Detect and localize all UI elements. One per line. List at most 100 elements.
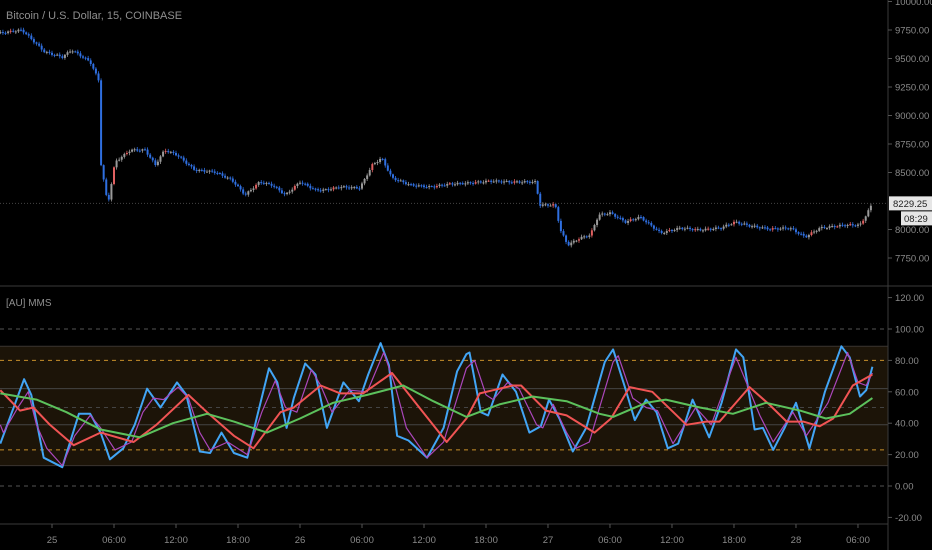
candle-body — [38, 43, 41, 46]
candle-body — [751, 226, 754, 228]
candle-body — [580, 236, 583, 240]
candle-body — [58, 54, 61, 57]
candle-body — [112, 167, 115, 185]
price-pane[interactable]: 8229.25 08:29 — [0, 27, 932, 248]
candle-body — [332, 187, 335, 190]
candle-body — [624, 220, 627, 223]
candle-body — [461, 183, 464, 185]
candle-body — [177, 155, 180, 157]
candle-body — [823, 226, 826, 228]
candle-body — [368, 169, 371, 176]
candle-body — [453, 184, 456, 186]
candle-body — [660, 230, 663, 233]
candle-body — [216, 172, 219, 174]
candle-body — [211, 170, 214, 172]
candle-body — [590, 230, 593, 236]
candle-body — [443, 185, 446, 187]
candle-body — [195, 169, 198, 171]
candle-body — [74, 51, 77, 53]
candle-body — [802, 233, 805, 236]
candle-body — [482, 182, 485, 184]
candle-body — [131, 149, 134, 152]
candle-body — [807, 235, 810, 238]
candle-body — [849, 224, 852, 226]
candle-body — [730, 224, 733, 226]
candle-body — [76, 51, 79, 54]
candle-body — [740, 223, 743, 225]
candle-body — [291, 189, 294, 192]
candle-body — [110, 184, 113, 200]
candle-body — [846, 224, 849, 227]
candle-body — [818, 228, 821, 231]
candle-body — [156, 161, 159, 166]
candle-body — [844, 225, 847, 227]
time-tick-label: 25 — [47, 535, 58, 546]
osc-tick-label: 80.00 — [895, 356, 919, 367]
candle-body — [554, 204, 557, 208]
candle-body — [575, 240, 578, 242]
candle-body — [234, 181, 237, 185]
candle-body — [510, 182, 513, 184]
candle-body — [146, 149, 149, 155]
candle-body — [229, 177, 232, 179]
candle-body — [691, 229, 694, 231]
candle-body — [298, 182, 301, 184]
candle-body — [593, 224, 596, 231]
candle-body — [133, 149, 136, 151]
candle-body — [105, 179, 108, 195]
candle-body — [464, 183, 467, 185]
time-tick-label: 06:00 — [846, 535, 870, 546]
time-tick-label: 06:00 — [598, 535, 622, 546]
candle-body — [709, 228, 712, 230]
chart-canvas[interactable]: 8229.25 08:29 10000.00 9750.00 9500.00 9250.… — [0, 0, 932, 550]
candle-body — [366, 175, 369, 179]
candle-body — [503, 181, 506, 183]
candle-body — [562, 231, 565, 236]
symbol-title: Bitcoin / U.S. Dollar, 15, COINBASE — [6, 10, 182, 22]
candle-body — [420, 185, 423, 187]
candle-body — [172, 151, 175, 153]
candle-body — [200, 169, 203, 171]
candle-body — [652, 225, 655, 229]
candle-body — [606, 214, 609, 216]
candle-body — [25, 32, 28, 35]
osc-tick-label: 100.00 — [895, 325, 924, 336]
candle-body — [249, 189, 252, 192]
axes: 10000.00 9750.00 9500.00 9250.00 9000.00 8750… — [0, 0, 932, 550]
candle-body — [221, 173, 224, 176]
candle-body — [668, 230, 671, 232]
candle-body — [585, 236, 588, 238]
candle-body — [601, 213, 604, 215]
candle-body — [479, 181, 482, 183]
candle-body — [663, 232, 666, 234]
candle-body — [603, 213, 606, 215]
candle-body — [190, 164, 193, 167]
candle-body — [128, 151, 131, 153]
candle-body — [327, 189, 330, 191]
candle-body — [448, 183, 451, 185]
candle-body — [89, 60, 92, 64]
candle-body — [523, 181, 526, 183]
time-tick-label: 18:00 — [226, 535, 250, 546]
candle-body — [340, 187, 343, 189]
candle-body — [213, 171, 216, 173]
candle-body — [386, 165, 389, 171]
candle-body — [732, 221, 735, 225]
candle-body — [616, 216, 619, 218]
candle-body — [459, 182, 462, 184]
candle-body — [833, 226, 836, 228]
candle-body — [402, 180, 405, 183]
candle-body — [825, 227, 828, 229]
candle-body — [572, 240, 575, 243]
candle-body — [815, 230, 818, 232]
candle-body — [208, 170, 211, 172]
candle-body — [342, 186, 345, 188]
candle-body — [854, 225, 857, 227]
candle-body — [136, 149, 139, 151]
candle-body — [360, 183, 363, 189]
candle-body — [805, 235, 808, 238]
candle-body — [820, 226, 823, 229]
candle-body — [704, 228, 707, 231]
oscillator-pane[interactable] — [0, 328, 888, 487]
osc-tick-label: 20.00 — [895, 450, 919, 461]
